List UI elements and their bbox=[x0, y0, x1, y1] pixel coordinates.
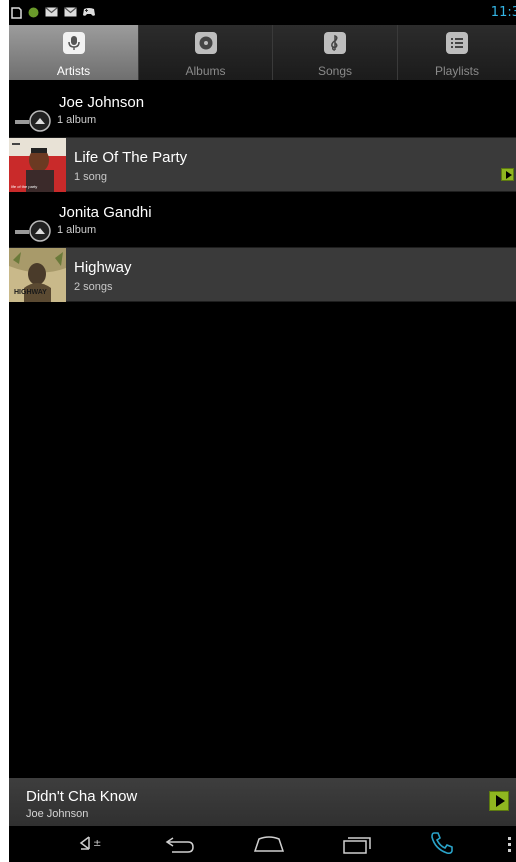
album-art-caption: life of the party bbox=[11, 184, 38, 189]
treble-clef-icon bbox=[324, 32, 346, 54]
library-tab-bar: Artists Albums Songs Playlists bbox=[9, 25, 516, 80]
screenshot-icon bbox=[11, 7, 22, 19]
artist-album-count: 1 album bbox=[57, 114, 97, 126]
recent-apps-icon[interactable] bbox=[342, 834, 374, 854]
green-dot-icon bbox=[28, 7, 39, 18]
menu-icon[interactable] bbox=[506, 835, 514, 855]
status-bar: 11:3 bbox=[9, 0, 516, 25]
artist-row-joe-johnson[interactable]: Joe Johnson 1 album bbox=[9, 82, 516, 137]
album-row-highway[interactable]: HIGHWAY Highway 2 songs bbox=[9, 247, 516, 302]
artist-list: Joe Johnson 1 album life of the party Li… bbox=[9, 82, 516, 302]
collapse-expander-icon[interactable] bbox=[15, 110, 55, 132]
album-song-count: 1 song bbox=[74, 171, 108, 183]
now-playing-bar[interactable]: Didn't Cha Know Joe Johnson bbox=[9, 778, 516, 826]
home-icon[interactable] bbox=[253, 835, 285, 853]
artist-row-jonita-gandhi[interactable]: Jonita Gandhi 1 album bbox=[9, 192, 516, 247]
now-playing-indicator-icon bbox=[501, 168, 514, 181]
album-row-life-of-the-party[interactable]: life of the party Life Of The Party 1 so… bbox=[9, 137, 516, 192]
tab-label: Albums bbox=[185, 64, 226, 78]
album-art-life-of-the-party: life of the party bbox=[9, 138, 66, 192]
tab-playlists[interactable]: Playlists bbox=[398, 25, 516, 80]
volume-icon[interactable]: ± bbox=[75, 834, 105, 854]
album-song-count: 2 songs bbox=[74, 281, 113, 293]
microphone-icon bbox=[62, 32, 85, 54]
now-playing-title: Didn't Cha Know bbox=[26, 788, 138, 805]
tab-label: Songs bbox=[317, 64, 353, 78]
phone-icon[interactable] bbox=[429, 830, 455, 856]
collapse-expander-icon[interactable] bbox=[15, 220, 55, 242]
tab-artists[interactable]: Artists bbox=[9, 25, 139, 80]
artist-album-count: 1 album bbox=[57, 224, 97, 236]
album-title: Highway bbox=[74, 259, 132, 276]
play-button[interactable] bbox=[489, 791, 509, 811]
music-app-screen: 11:3 Artists Albums Songs Playlists Joe … bbox=[9, 0, 516, 862]
gmail-icon bbox=[45, 7, 58, 17]
artist-name: Jonita Gandhi bbox=[59, 204, 152, 221]
artist-name: Joe Johnson bbox=[59, 94, 145, 111]
now-playing-artist: Joe Johnson bbox=[26, 808, 89, 820]
album-art-caption: HIGHWAY bbox=[14, 289, 47, 296]
back-icon[interactable] bbox=[164, 836, 196, 854]
album-title: Life Of The Party bbox=[74, 149, 188, 166]
svg-text:±: ± bbox=[93, 838, 101, 849]
disc-icon bbox=[194, 32, 217, 54]
list-icon bbox=[446, 32, 468, 54]
system-nav-bar: ± bbox=[9, 826, 516, 862]
game-controller-icon bbox=[83, 8, 95, 16]
album-art-highway: HIGHWAY bbox=[9, 248, 66, 302]
tab-albums[interactable]: Albums bbox=[139, 25, 273, 80]
clock-time: 11:3 bbox=[490, 5, 516, 20]
tab-label: Artists bbox=[56, 64, 91, 78]
tab-songs[interactable]: Songs bbox=[273, 25, 398, 80]
gmail-icon bbox=[64, 7, 77, 17]
tab-label: Playlists bbox=[434, 64, 479, 78]
